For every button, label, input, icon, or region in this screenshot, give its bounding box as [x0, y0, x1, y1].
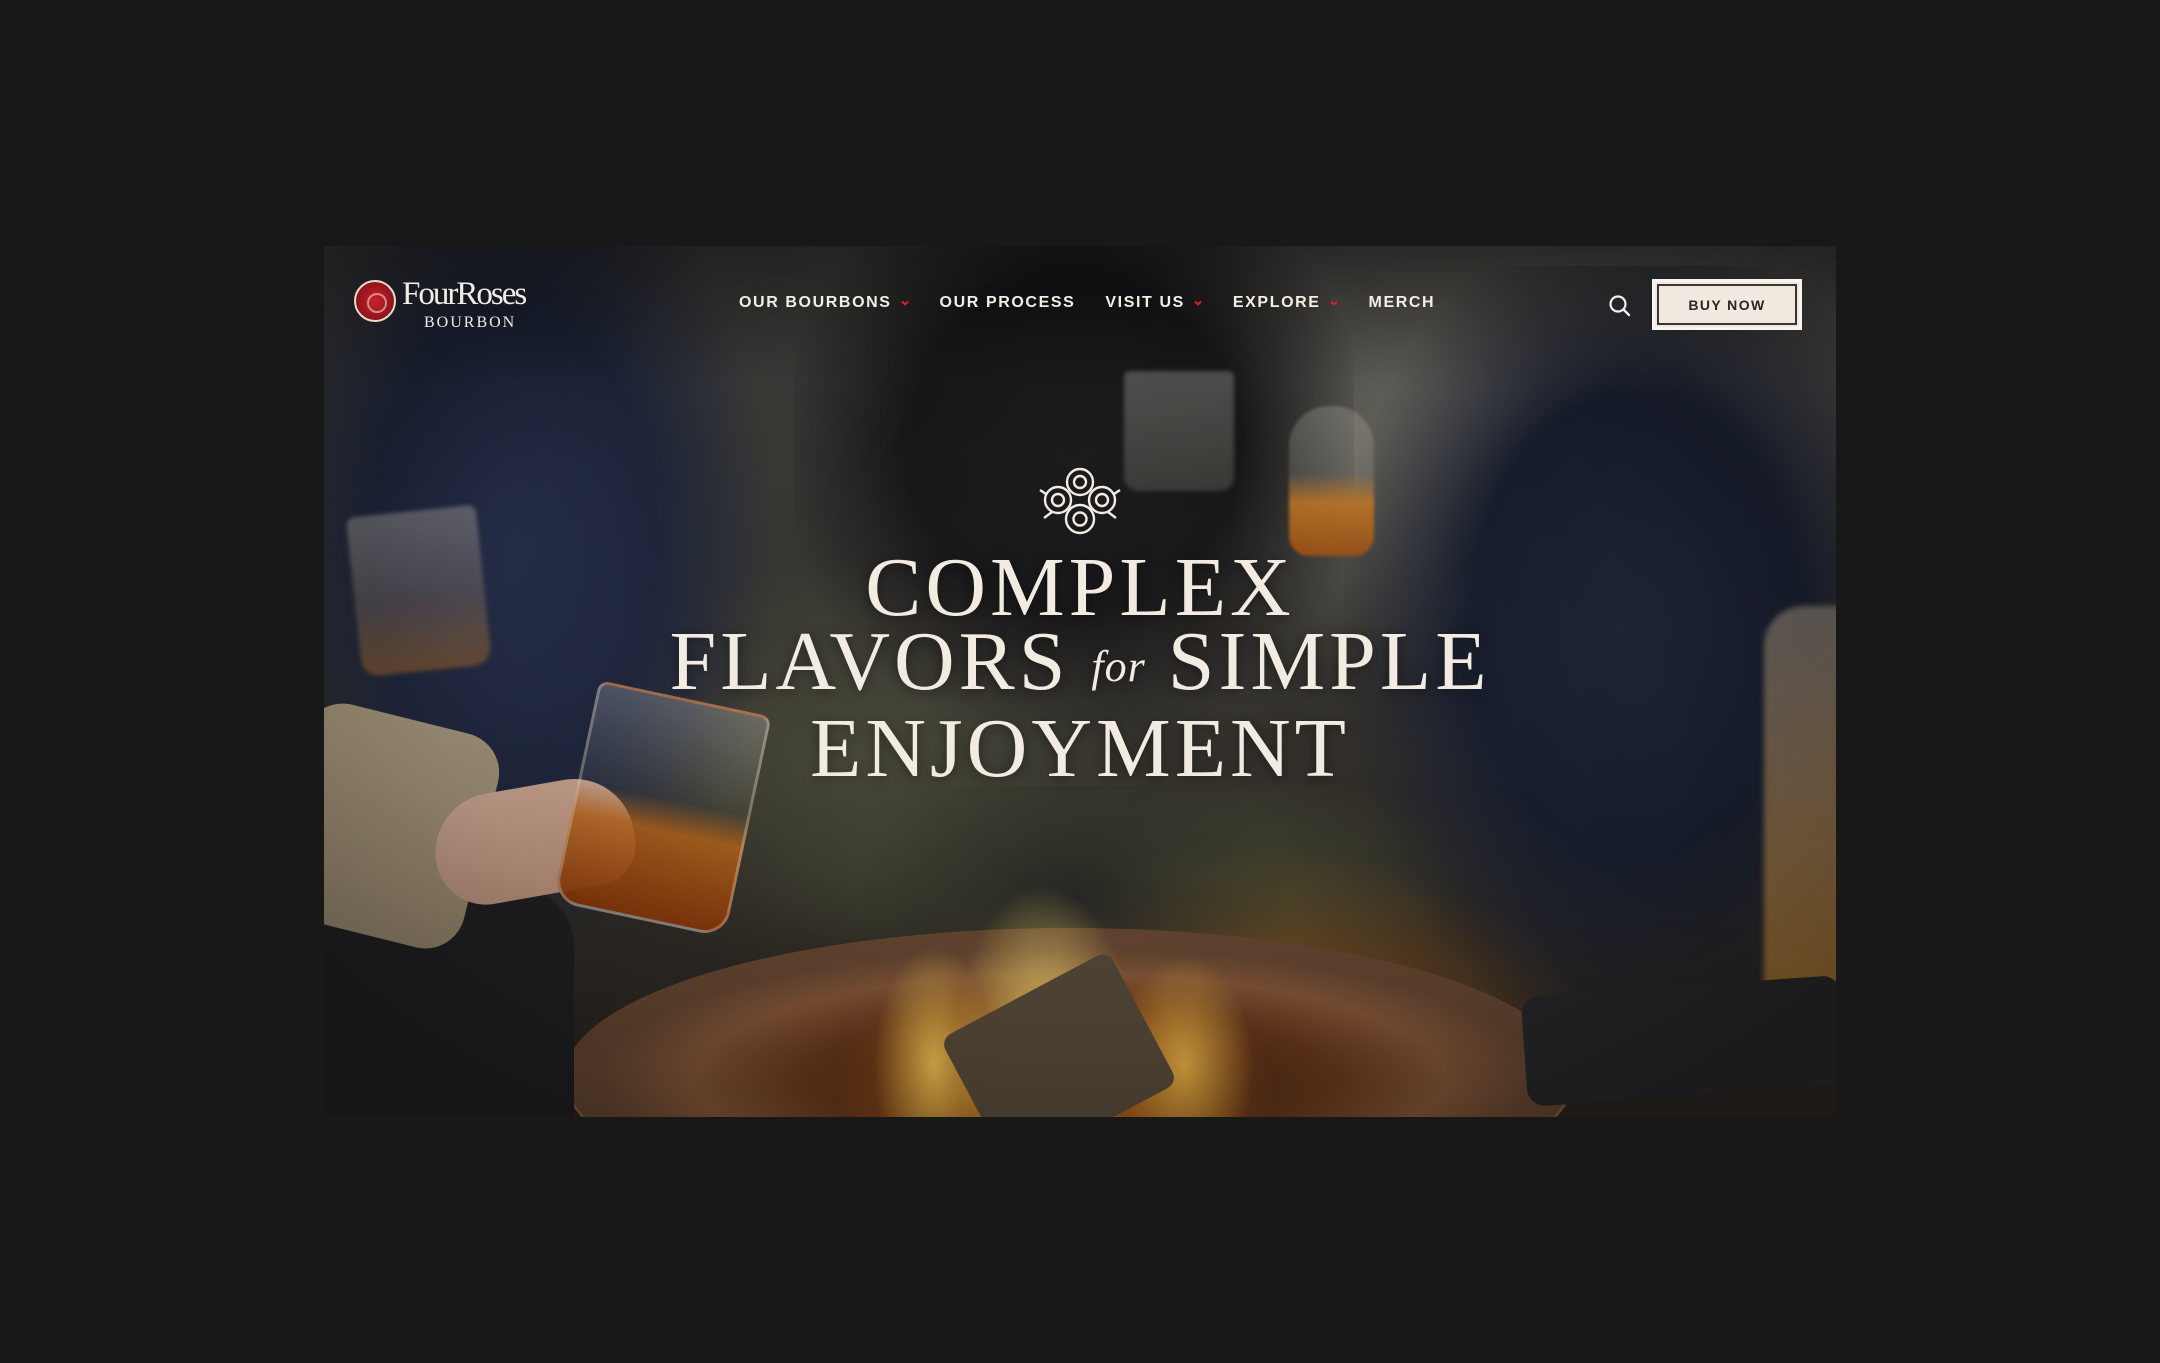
buy-now-button[interactable]: BUY NOW — [1652, 279, 1802, 330]
hero-line-1: COMPLEX — [865, 541, 1295, 634]
nav-item-our-bourbons[interactable]: OUR BOURBONS — [739, 294, 910, 312]
hero-line-3: ENJOYMENT — [810, 702, 1350, 795]
chevron-down-icon — [1329, 300, 1338, 306]
chevron-down-icon — [1194, 300, 1202, 306]
chevron-down-icon — [900, 300, 909, 306]
brand-sub: BOURBON — [424, 314, 517, 331]
hero-word-flavors: FLAVORS — [669, 615, 1070, 708]
hero-word-simple: SIMPLE — [1167, 615, 1491, 708]
hero-word-for: for — [1091, 642, 1146, 691]
main-nav: OUR BOURBONS OUR PROCESS VISIT US EXPLOR… — [739, 294, 1435, 312]
nav-item-our-process[interactable]: OUR PROCESS — [940, 294, 1076, 312]
site-header: FourRoses BOURBON OUR BOURBONS OUR PROCE… — [324, 246, 1836, 366]
search-icon[interactable] — [1607, 293, 1633, 319]
nav-item-label: EXPLORE — [1232, 294, 1321, 311]
hero-line-2: FLAVORS for SIMPLE — [324, 620, 1836, 712]
hero-headline: COMPLEX FLAVORS for SIMPLE ENJOYMENT — [324, 541, 1836, 795]
nav-item-merch[interactable]: MERCH — [1369, 294, 1436, 312]
rose-bouquet-icon — [1039, 467, 1121, 535]
nav-item-label: VISIT US — [1105, 294, 1185, 311]
nav-item-label: OUR PROCESS — [939, 294, 1076, 311]
nav-item-visit-us[interactable]: VISIT US — [1105, 294, 1202, 312]
rose-emblem-icon — [354, 280, 396, 322]
brand-logo[interactable]: FourRoses BOURBON — [354, 276, 529, 340]
nav-item-label: OUR BOURBONS — [739, 294, 892, 311]
website-frame: FourRoses BOURBON OUR BOURBONS OUR PROCE… — [324, 246, 1836, 1117]
brand-name: FourRoses — [402, 276, 527, 312]
nav-item-explore[interactable]: EXPLORE — [1233, 294, 1339, 312]
nav-item-label: MERCH — [1368, 294, 1436, 311]
